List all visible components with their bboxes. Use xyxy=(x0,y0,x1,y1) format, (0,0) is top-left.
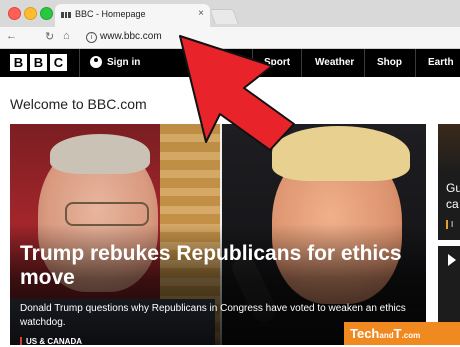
nav-item-sport[interactable]: Sport xyxy=(264,57,290,68)
side-story-tag-label: I xyxy=(451,220,454,229)
techandt-watermark: TechandT.com xyxy=(344,322,460,345)
bbc-header: B B C Sign in Sport Weather Shop Earth xyxy=(0,49,460,77)
header-divider xyxy=(364,49,365,77)
watermark-text-dot: .com xyxy=(401,331,421,340)
watermark-text: Tech xyxy=(350,326,380,341)
hero-story[interactable]: Trump rebukes Republicans for ethics mov… xyxy=(10,124,426,345)
hero-headline[interactable]: Trump rebukes Republicans for ethics mov… xyxy=(20,242,416,290)
header-divider xyxy=(79,49,80,77)
maximize-window-button[interactable] xyxy=(40,7,53,20)
tab-bar: BBC - Homepage × xyxy=(0,0,460,27)
sign-in-label: Sign in xyxy=(107,56,141,68)
minimize-window-button[interactable] xyxy=(24,7,37,20)
user-icon xyxy=(90,56,102,68)
address-bar[interactable]: www.bbc.com xyxy=(100,31,162,42)
sign-in-button[interactable]: Sign in xyxy=(90,56,140,68)
header-divider xyxy=(252,49,253,77)
side-story-image xyxy=(438,124,460,174)
watermark-text-small: and xyxy=(379,331,394,340)
nav-item-weather[interactable]: Weather xyxy=(315,57,354,68)
logo-letter: B xyxy=(30,54,47,71)
home-icon[interactable]: ⌂ xyxy=(63,30,70,42)
info-icon[interactable]: i xyxy=(86,32,97,43)
new-tab-button[interactable] xyxy=(209,9,239,24)
hero-tag-label: US & CANADA xyxy=(26,337,82,345)
hero-photo-glasses xyxy=(65,202,149,226)
header-divider xyxy=(301,49,302,77)
nav-item-shop[interactable]: Shop xyxy=(377,57,402,68)
side-story-title: Gu ca xyxy=(446,181,460,211)
bbc-logo[interactable]: B B C xyxy=(10,54,67,71)
hero-section-tag[interactable]: US & CANADA xyxy=(20,337,82,345)
hero-photo-hair-right xyxy=(272,126,410,181)
back-arrow-icon[interactable]: ← xyxy=(6,30,17,42)
nav-item-earth[interactable]: Earth xyxy=(428,57,454,68)
side-story-card[interactable]: Gu ca I xyxy=(438,124,460,240)
hero-photo-hair-left xyxy=(50,134,150,174)
browser-toolbar: ← ↻ ⌂ i www.bbc.com xyxy=(0,27,460,49)
close-window-button[interactable] xyxy=(8,7,21,20)
logo-letter: B xyxy=(10,54,27,71)
side-story-tag: I xyxy=(446,220,453,229)
play-icon xyxy=(448,254,456,266)
bbc-favicon-icon xyxy=(61,12,72,18)
tab-bbc-homepage[interactable]: BBC - Homepage × xyxy=(55,4,210,27)
tab-close-icon[interactable]: × xyxy=(198,8,204,19)
page-title: Welcome to BBC.com xyxy=(10,96,147,112)
tab-title: BBC - Homepage xyxy=(75,9,146,19)
reload-icon[interactable]: ↻ xyxy=(45,30,54,43)
header-divider xyxy=(415,49,416,77)
watermark-text-t: T xyxy=(393,326,402,341)
logo-letter: C xyxy=(50,54,67,71)
